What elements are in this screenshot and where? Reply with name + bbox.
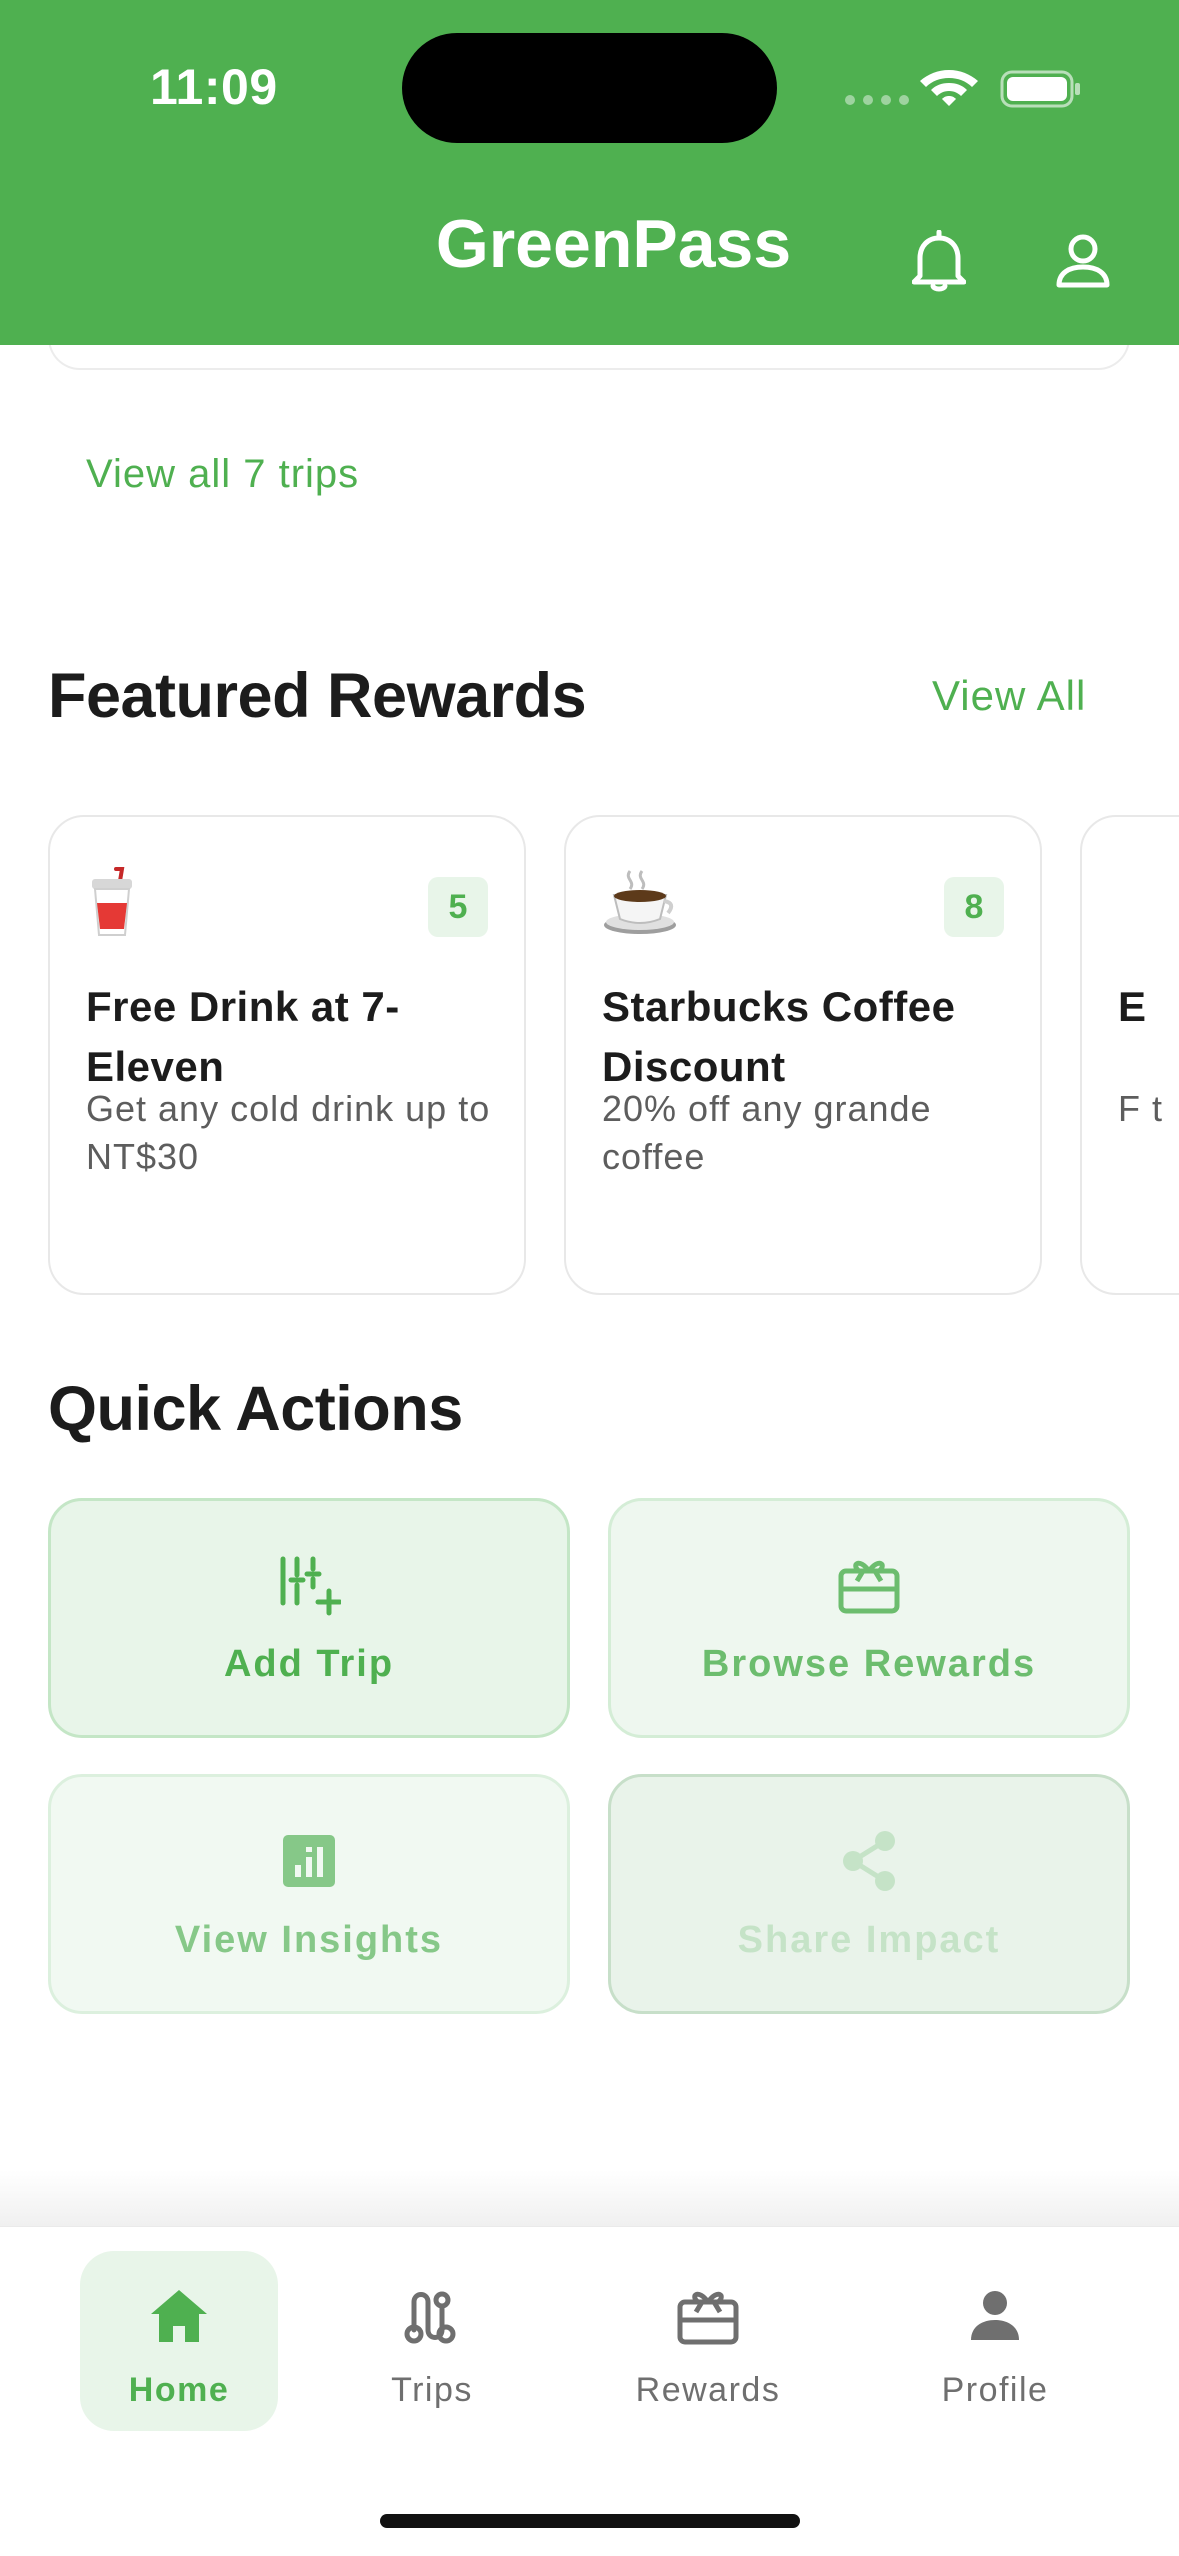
app-screen: View all 7 trips Featured Rewards View A… — [0, 0, 1179, 2556]
quick-actions-title: Quick Actions — [48, 1374, 463, 1444]
view-all-rewards-link[interactable]: View All — [932, 672, 1086, 720]
drink-cup-icon — [86, 867, 138, 944]
nav-trips[interactable]: Trips — [332, 2251, 532, 2431]
app-header: 11:09 GreenPass — [0, 0, 1179, 345]
nav-home-label: Home — [128, 2371, 230, 2409]
route-icon — [402, 2281, 462, 2351]
reward-card[interactable]: 5 Free Drink at 7-Eleven Get any cold dr… — [48, 815, 526, 1295]
reward-description: 20% off any grande coffee — [602, 1088, 932, 1177]
gift-card-icon — [676, 2281, 740, 2351]
nav-rewards[interactable]: Rewards — [600, 2251, 816, 2431]
add-trip-button[interactable]: Add Trip — [48, 1498, 570, 1738]
home-icon — [149, 2281, 209, 2351]
add-trip-label: Add Trip — [223, 1643, 395, 1685]
reward-title: Starbucks Coffee Discount — [602, 983, 956, 1090]
person-icon — [967, 2281, 1023, 2351]
notifications-button[interactable] — [904, 226, 974, 296]
share-impact-label: Share Impact — [737, 1919, 1001, 1961]
insights-chart-icon — [281, 1829, 337, 1893]
nav-profile[interactable]: Profile — [890, 2251, 1100, 2431]
share-impact-button[interactable]: Share Impact — [608, 1774, 1130, 2014]
app-title: GreenPass — [435, 206, 792, 282]
dynamic-island — [402, 33, 777, 143]
reward-title: E — [1118, 983, 1147, 1030]
nav-rewards-label: Rewards — [635, 2371, 781, 2409]
status-bar-time: 11:09 — [150, 59, 278, 115]
coffee-cup-icon — [602, 867, 678, 940]
home-indicator[interactable] — [380, 2514, 800, 2528]
view-all-trips-link[interactable]: View all 7 trips — [86, 452, 359, 497]
view-insights-button[interactable]: View Insights — [48, 1774, 570, 2014]
browse-rewards-label: Browse Rewards — [701, 1643, 1037, 1685]
reward-description: Get any cold drink up to NT$30 — [86, 1088, 491, 1177]
featured-rewards-title: Featured Rewards — [48, 661, 587, 731]
reward-description: F t — [1118, 1088, 1163, 1129]
add-list-icon — [277, 1553, 341, 1617]
view-insights-label: View Insights — [174, 1919, 444, 1961]
battery-icon — [1000, 70, 1082, 113]
gift-card-icon — [837, 1553, 901, 1617]
points-badge: 8 — [944, 877, 1004, 937]
bell-icon — [912, 230, 966, 292]
nav-profile-label: Profile — [941, 2371, 1049, 2409]
browse-rewards-button[interactable]: Browse Rewards — [608, 1498, 1130, 1738]
share-icon — [839, 1829, 899, 1893]
points-badge: 5 — [428, 877, 488, 937]
cellular-signal-icon — [845, 95, 909, 105]
nav-trips-label: Trips — [391, 2371, 473, 2409]
bottom-navigation: Home Trips Rewards Profile — [0, 2226, 1179, 2556]
wifi-icon — [920, 66, 978, 113]
nav-shadow — [0, 2170, 1179, 2226]
nav-home[interactable]: Home — [80, 2251, 278, 2431]
reward-card[interactable]: 8 Starbucks Coffee Discount 20% off any … — [564, 815, 1042, 1295]
profile-button[interactable] — [1048, 226, 1118, 296]
reward-title: Free Drink at 7-Eleven — [86, 983, 400, 1090]
reward-card-partial[interactable]: E F t — [1080, 815, 1179, 1295]
user-icon — [1056, 234, 1110, 288]
